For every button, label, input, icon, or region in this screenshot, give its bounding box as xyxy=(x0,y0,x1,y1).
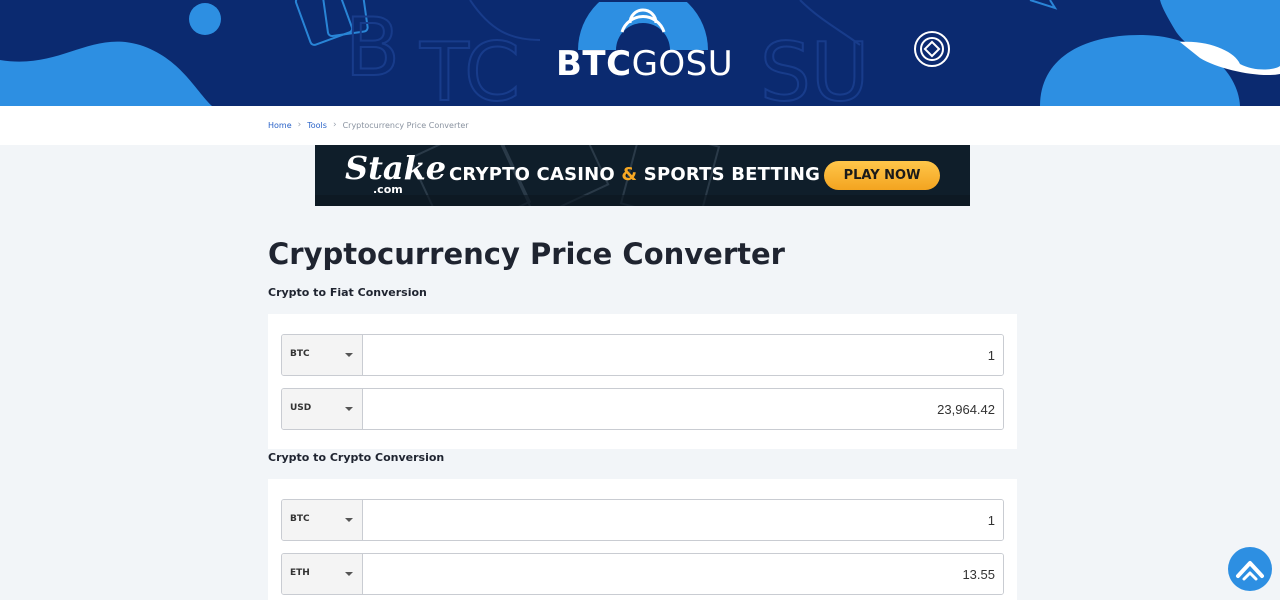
page-title: Cryptocurrency Price Converter xyxy=(268,237,785,271)
tagline-part1: CRYPTO CASINO xyxy=(449,164,622,185)
chevron-up-icon xyxy=(1236,561,1264,581)
site-header: B TC SU BTCGOSU xyxy=(0,0,1280,106)
svg-text:B: B xyxy=(345,1,400,94)
stake-logo-suffix: .com xyxy=(373,183,403,196)
play-now-button[interactable]: PLAY NOW xyxy=(824,161,940,190)
currency-code: USD xyxy=(290,403,312,413)
amount-input[interactable] xyxy=(363,554,1003,594)
scroll-to-top-button[interactable] xyxy=(1228,547,1272,591)
caret-down-icon xyxy=(345,353,353,357)
breadcrumb-current: Cryptocurrency Price Converter xyxy=(342,120,469,130)
amount-input[interactable] xyxy=(363,500,1003,540)
breadcrumb-bar: Home › Tools › Cryptocurrency Price Conv… xyxy=(0,106,1280,145)
fiat-row-from: BTC xyxy=(281,334,1004,376)
fiat-row-to: USD xyxy=(281,388,1004,430)
tagline-part2: SPORTS BETTING xyxy=(637,164,821,185)
crypto-row-to: ETH xyxy=(281,553,1004,595)
breadcrumb-tools[interactable]: Tools xyxy=(307,121,327,130)
caret-down-icon xyxy=(345,407,353,411)
amount-input[interactable] xyxy=(363,335,1003,375)
caret-down-icon xyxy=(345,572,353,576)
breadcrumb: Home › Tools › Cryptocurrency Price Conv… xyxy=(268,120,469,130)
logo-text: BTCGOSU xyxy=(556,44,733,84)
currency-select[interactable]: USD xyxy=(282,389,363,429)
tagline-amp: & xyxy=(621,164,638,185)
banner-tagline: CRYPTO CASINO & SPORTS BETTING xyxy=(449,163,820,187)
svg-text:SU: SU xyxy=(760,26,869,106)
chevron-right-icon: › xyxy=(332,120,337,130)
amount-input[interactable] xyxy=(363,389,1003,429)
currency-code: BTC xyxy=(290,514,310,524)
currency-select[interactable]: ETH xyxy=(282,554,363,594)
stake-logo: Stake xyxy=(345,149,447,187)
caret-down-icon xyxy=(345,518,353,522)
fiat-converter-panel: BTC USD xyxy=(268,314,1017,449)
site-logo[interactable]: BTCGOSU xyxy=(556,2,733,84)
crypto-converter-panel: BTC ETH xyxy=(268,479,1017,600)
stake-banner-ad[interactable]: Stake .com CRYPTO CASINO & SPORTS BETTIN… xyxy=(315,145,970,206)
chevron-right-icon: › xyxy=(297,120,302,130)
logo-bold: BTC xyxy=(556,44,632,84)
fiat-section-label: Crypto to Fiat Conversion xyxy=(268,286,427,299)
currency-select[interactable]: BTC xyxy=(282,335,363,375)
breadcrumb-home[interactable]: Home xyxy=(268,121,292,130)
currency-code: BTC xyxy=(290,349,310,359)
logo-light: GOSU xyxy=(631,44,734,84)
svg-text:TC: TC xyxy=(419,26,520,106)
currency-select[interactable]: BTC xyxy=(282,500,363,540)
crypto-section-label: Crypto to Crypto Conversion xyxy=(268,451,445,464)
currency-code: ETH xyxy=(290,568,310,578)
crypto-row-from: BTC xyxy=(281,499,1004,541)
